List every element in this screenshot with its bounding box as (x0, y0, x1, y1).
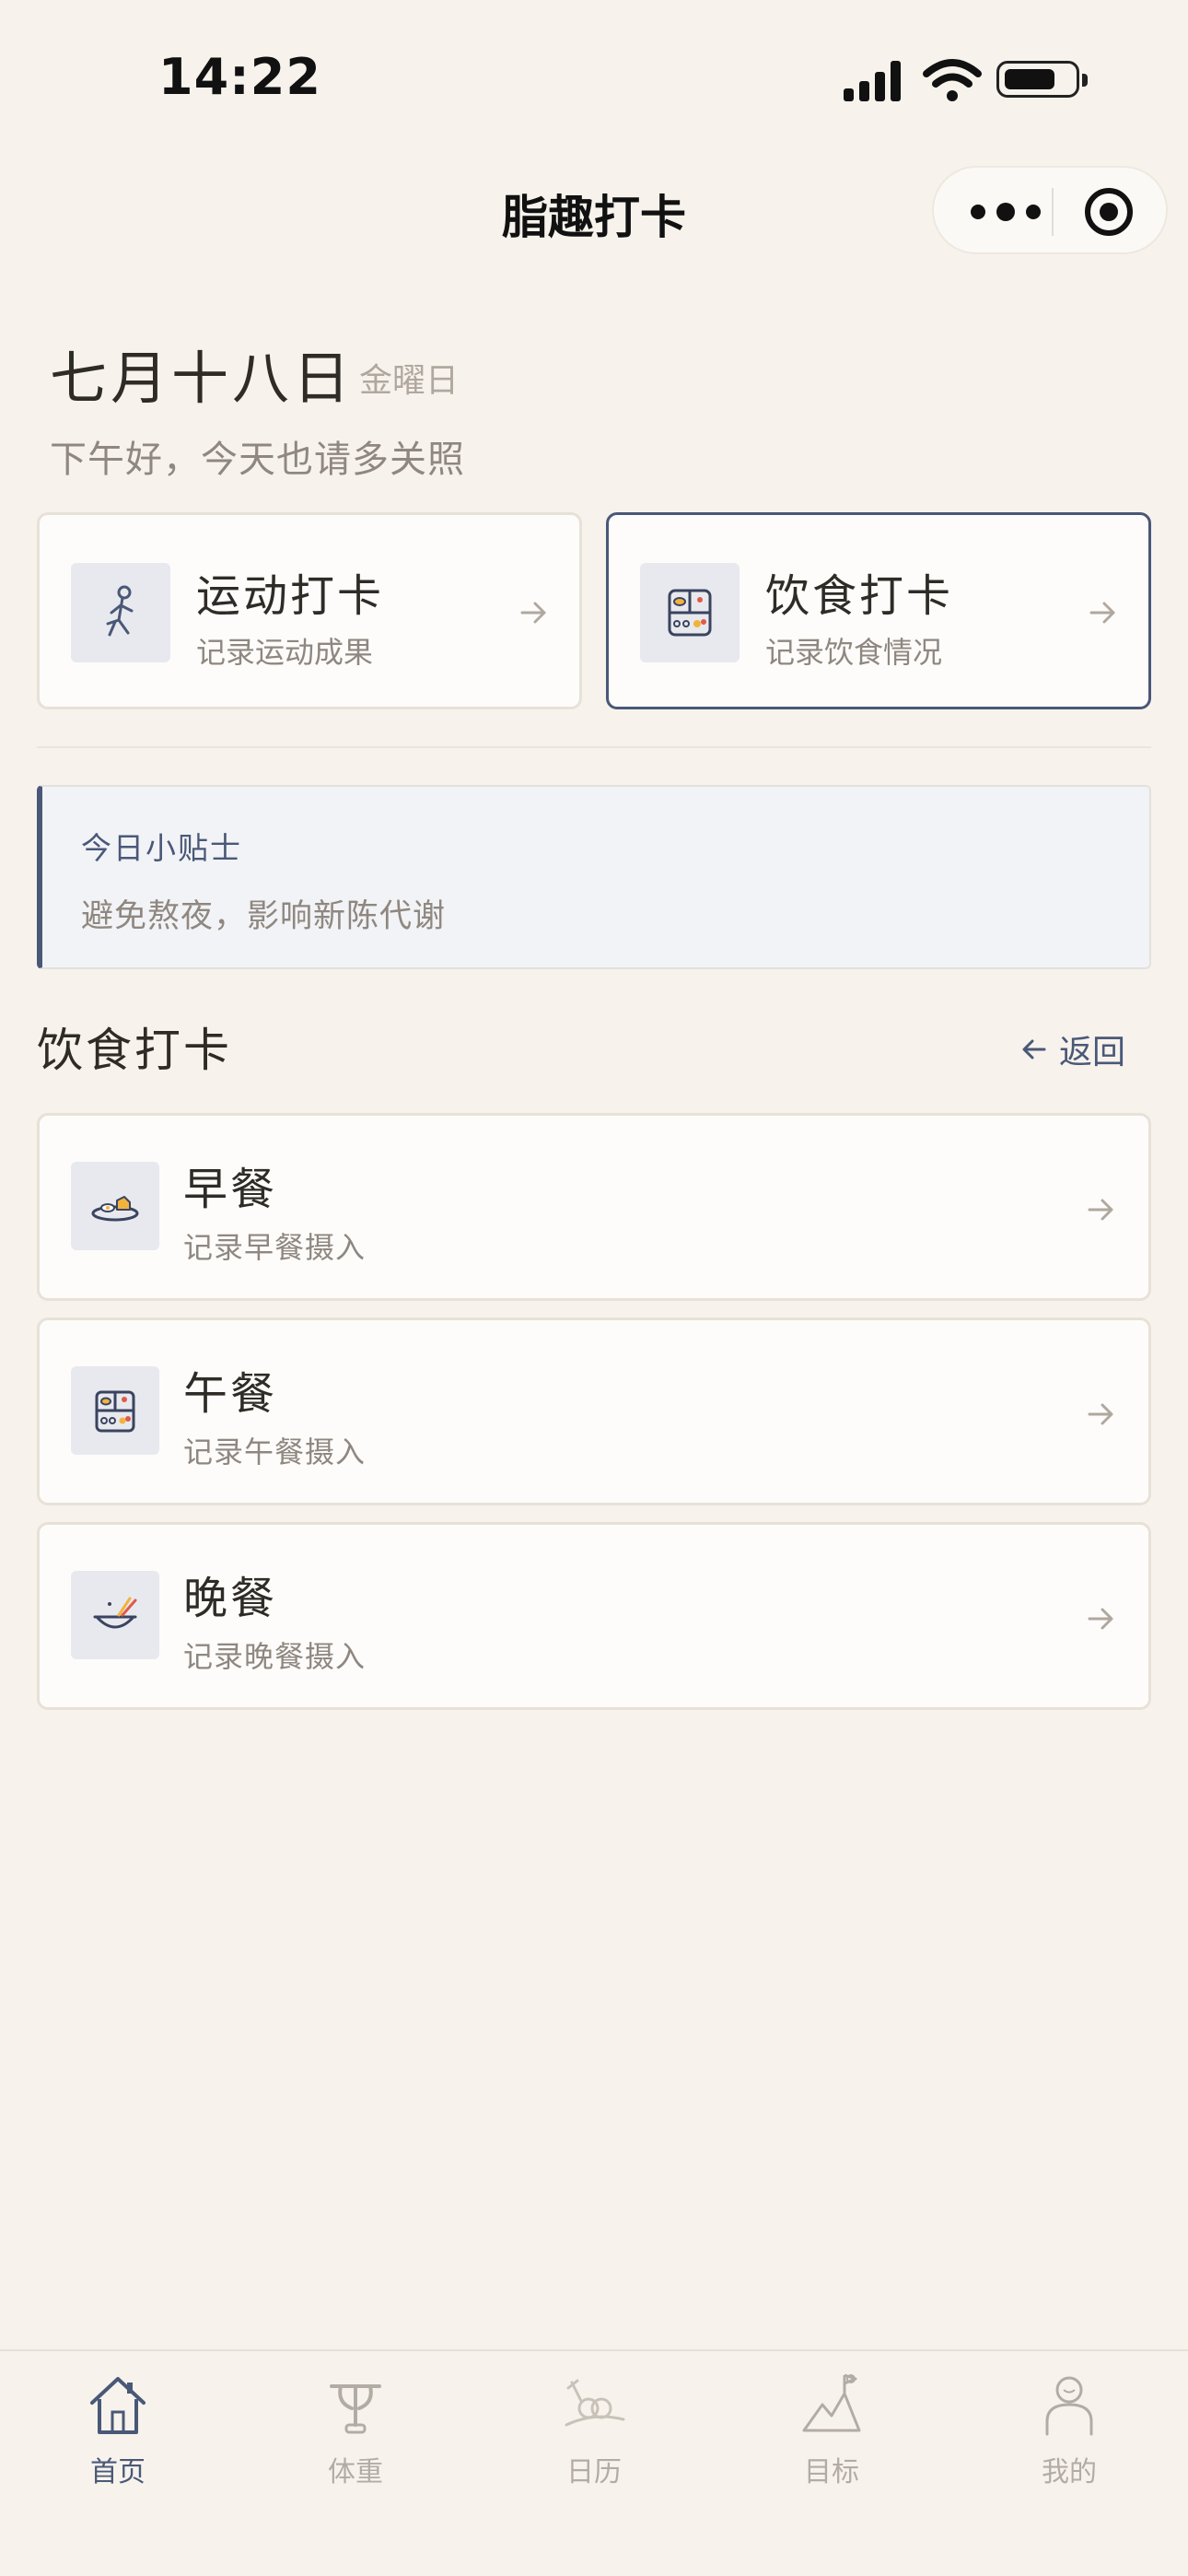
bento-box-icon (71, 1366, 159, 1455)
meal-subtitle: 记录晚餐摄入 (183, 1639, 367, 1674)
arrow-right-icon (1088, 1199, 1113, 1221)
tab-profile[interactable]: 我的 (977, 2364, 1161, 2512)
meal-title: 晚餐 (183, 1573, 278, 1624)
tip-title: 今日小贴士 (81, 830, 242, 866)
arrow-right-icon (1088, 1403, 1113, 1425)
back-label: 返回 (1059, 1034, 1126, 1071)
card-subtitle: 记录运动成果 (196, 635, 374, 670)
meal-subtitle: 记录早餐摄入 (183, 1230, 367, 1265)
calendar-icon (565, 2379, 625, 2427)
section-title: 饮食打卡 (37, 1024, 232, 1077)
tab-label: 首页 (90, 2456, 146, 2488)
card-title: 运动打卡 (196, 570, 385, 622)
back-button[interactable]: 返回 (1020, 1028, 1125, 1071)
tab-calendar[interactable]: 日历 (502, 2364, 686, 2512)
more-options-icon[interactable] (971, 195, 1044, 228)
tab-label: 体重 (328, 2456, 383, 2488)
bottom-tab-bar: 首页 体重 日历 目标 我的 (0, 2349, 1188, 2576)
weekday-label: 金曜日 (359, 362, 460, 400)
tab-goal[interactable]: 目标 (740, 2364, 924, 2512)
meal-item-lunch[interactable]: 午餐 记录午餐摄入 (37, 1317, 1151, 1505)
exercise-checkin-card[interactable]: 运动打卡 记录运动成果 (37, 512, 582, 709)
scale-icon (330, 2384, 381, 2434)
breakfast-plate-icon (71, 1162, 159, 1250)
bento-box-icon (640, 563, 740, 662)
tab-label: 日历 (566, 2456, 622, 2488)
card-subtitle: 记录饮食情况 (765, 635, 943, 670)
meal-item-dinner[interactable]: 晚餐 记录晚餐摄入 (37, 1522, 1151, 1710)
tab-label: 我的 (1042, 2456, 1097, 2488)
meal-item-breakfast[interactable]: 早餐 记录早餐摄入 (37, 1113, 1151, 1301)
section-divider (37, 746, 1151, 748)
tab-weight[interactable]: 体重 (263, 2364, 448, 2512)
meal-title: 早餐 (183, 1164, 278, 1215)
status-time: 14:22 (158, 48, 321, 106)
battery-icon (996, 61, 1088, 98)
date-heading: 七月十八日 (50, 345, 355, 412)
meal-subtitle: 记录午餐摄入 (183, 1434, 367, 1469)
meal-title: 午餐 (183, 1368, 278, 1420)
arrow-left-icon (1022, 1039, 1046, 1060)
tip-text: 避免熬夜，影响新陈代谢 (81, 898, 447, 935)
close-mini-program-icon[interactable] (1085, 188, 1133, 236)
diet-checkin-card[interactable]: 饮食打卡 记录饮食情况 (606, 512, 1151, 709)
arrow-right-icon (1088, 1608, 1113, 1630)
home-icon (90, 2377, 146, 2434)
running-person-icon (71, 563, 170, 662)
daily-tip-card: 今日小贴士 避免熬夜，影响新陈代谢 (37, 785, 1151, 969)
greeting-text: 下午好，今天也请多关照 (50, 439, 465, 481)
mountain-flag-icon (802, 2373, 861, 2432)
mini-program-capsule (932, 166, 1168, 254)
card-title: 饮食打卡 (765, 570, 954, 622)
capsule-divider (1052, 188, 1054, 236)
noodle-bowl-icon (71, 1571, 159, 1659)
cellular-signal-icon (844, 61, 903, 101)
tab-home[interactable]: 首页 (26, 2364, 210, 2512)
arrow-right-icon (1089, 602, 1115, 624)
tab-label: 目标 (804, 2456, 859, 2488)
arrow-right-icon (520, 602, 546, 624)
wifi-icon (923, 59, 982, 101)
profile-icon (1045, 2376, 1093, 2436)
